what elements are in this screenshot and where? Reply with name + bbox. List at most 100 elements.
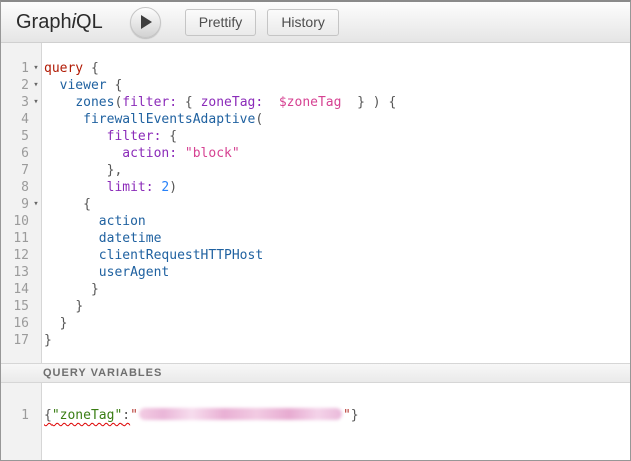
- token: }: [75, 299, 83, 314]
- code-text: clientRequestHTTPHost: [43, 247, 263, 264]
- token: }: [357, 95, 365, 110]
- token: {: [83, 197, 91, 212]
- code-line: 7 },: [1, 162, 630, 179]
- token: userAgent: [99, 265, 169, 280]
- query-variables-header[interactable]: QUERY VARIABLES: [1, 363, 630, 383]
- token: }: [44, 333, 52, 348]
- token: [177, 95, 185, 110]
- code-text: },: [43, 162, 122, 179]
- execute-button[interactable]: [130, 7, 161, 38]
- token: [44, 163, 107, 178]
- token: [44, 146, 122, 161]
- code-text: }: [43, 281, 99, 298]
- code-line: 11 datetime: [1, 230, 630, 247]
- fold-arrow-icon[interactable]: ▾: [29, 60, 43, 77]
- token: [44, 180, 107, 195]
- code-line: 8 limit: 2): [1, 179, 630, 196]
- line-number: 14: [1, 281, 29, 298]
- fold-arrow-icon[interactable]: ▾: [29, 77, 43, 94]
- fold-spacer: [29, 264, 43, 281]
- token: clientRequestHTTPHost: [99, 248, 263, 263]
- code-text: }: [43, 298, 83, 315]
- line-number: 2: [1, 77, 29, 94]
- token: },: [107, 163, 123, 178]
- code-text: firewallEventsAdaptive(: [43, 111, 263, 128]
- history-button[interactable]: History: [267, 9, 339, 36]
- token: [44, 95, 75, 110]
- token: {: [169, 129, 177, 144]
- graphiql-logo: GraphiQL: [16, 11, 103, 34]
- token: zones: [75, 95, 114, 110]
- code-line: 6 action: "block": [1, 145, 630, 162]
- token: limit:: [107, 180, 154, 195]
- token: [44, 197, 83, 212]
- token: ): [373, 95, 381, 110]
- token: [193, 95, 201, 110]
- code-text: {: [43, 196, 91, 213]
- fold-spacer: [29, 298, 43, 315]
- code-text: }: [43, 315, 67, 332]
- token: $zoneTag: [279, 95, 342, 110]
- query-editor[interactable]: 1▾query {2▾ viewer {3▾ zones(filter: { z…: [1, 43, 630, 363]
- code-line: 4 firewallEventsAdaptive(: [1, 111, 630, 128]
- line-number: 17: [1, 332, 29, 349]
- code-line: 5 filter: {: [1, 128, 630, 145]
- token: query: [44, 61, 83, 76]
- line-number: 7: [1, 162, 29, 179]
- code-text: userAgent: [43, 264, 169, 281]
- code-line: 9▾ {: [1, 196, 630, 213]
- code-text: action: "block": [43, 145, 240, 162]
- token: zoneTag:: [201, 95, 264, 110]
- logo-text-pre: Graph: [16, 11, 72, 33]
- fold-spacer: [29, 332, 43, 349]
- query-variables-title: QUERY VARIABLES: [43, 367, 162, 379]
- token: [44, 129, 107, 144]
- token: [44, 214, 99, 229]
- token: ): [169, 180, 177, 195]
- line-number: 10: [1, 213, 29, 230]
- line-number: 12: [1, 247, 29, 264]
- token: [44, 316, 60, 331]
- token: [44, 282, 91, 297]
- token: [263, 95, 279, 110]
- token: "block": [185, 146, 240, 161]
- variables-editor[interactable]: 1{"zoneTag":""}: [1, 383, 630, 460]
- token: ": [130, 408, 138, 423]
- line-number: 16: [1, 315, 29, 332]
- fold-spacer: [29, 162, 43, 179]
- code-text: filter: {: [43, 128, 177, 145]
- fold-spacer: [29, 213, 43, 230]
- token: firewallEventsAdaptive: [83, 112, 255, 127]
- graphiql-window: GraphiQL Prettify History 1▾query {2▾ vi…: [0, 0, 631, 461]
- token: }: [60, 316, 68, 331]
- toolbar: GraphiQL Prettify History: [1, 2, 630, 43]
- token: ": [343, 408, 351, 423]
- line-number: 3: [1, 94, 29, 111]
- token: action: [99, 214, 146, 229]
- fold-arrow-icon[interactable]: ▾: [29, 94, 43, 111]
- token: [44, 78, 60, 93]
- token: [44, 265, 99, 280]
- query-editor-lines: 1▾query {2▾ viewer {3▾ zones(filter: { z…: [1, 60, 630, 349]
- line-number: 15: [1, 298, 29, 315]
- line-number: 1: [1, 60, 29, 77]
- token: viewer: [60, 78, 107, 93]
- fold-arrow-icon[interactable]: ▾: [29, 196, 43, 213]
- code-text: }: [43, 332, 52, 349]
- logo-text-post: QL: [76, 11, 103, 33]
- code-line: 13 userAgent: [1, 264, 630, 281]
- line-number: 8: [1, 179, 29, 196]
- line-number: 9: [1, 196, 29, 213]
- code-line: 17}: [1, 332, 630, 349]
- prettify-button[interactable]: Prettify: [185, 9, 257, 36]
- token: datetime: [99, 231, 162, 246]
- token: [44, 231, 99, 246]
- token: [44, 299, 75, 314]
- code-line: 15 }: [1, 298, 630, 315]
- token: {: [388, 95, 396, 110]
- code-text: query {: [43, 60, 99, 77]
- fold-spacer: [29, 145, 43, 162]
- code-line: 12 clientRequestHTTPHost: [1, 247, 630, 264]
- code-line: 16 }: [1, 315, 630, 332]
- code-text: limit: 2): [43, 179, 177, 196]
